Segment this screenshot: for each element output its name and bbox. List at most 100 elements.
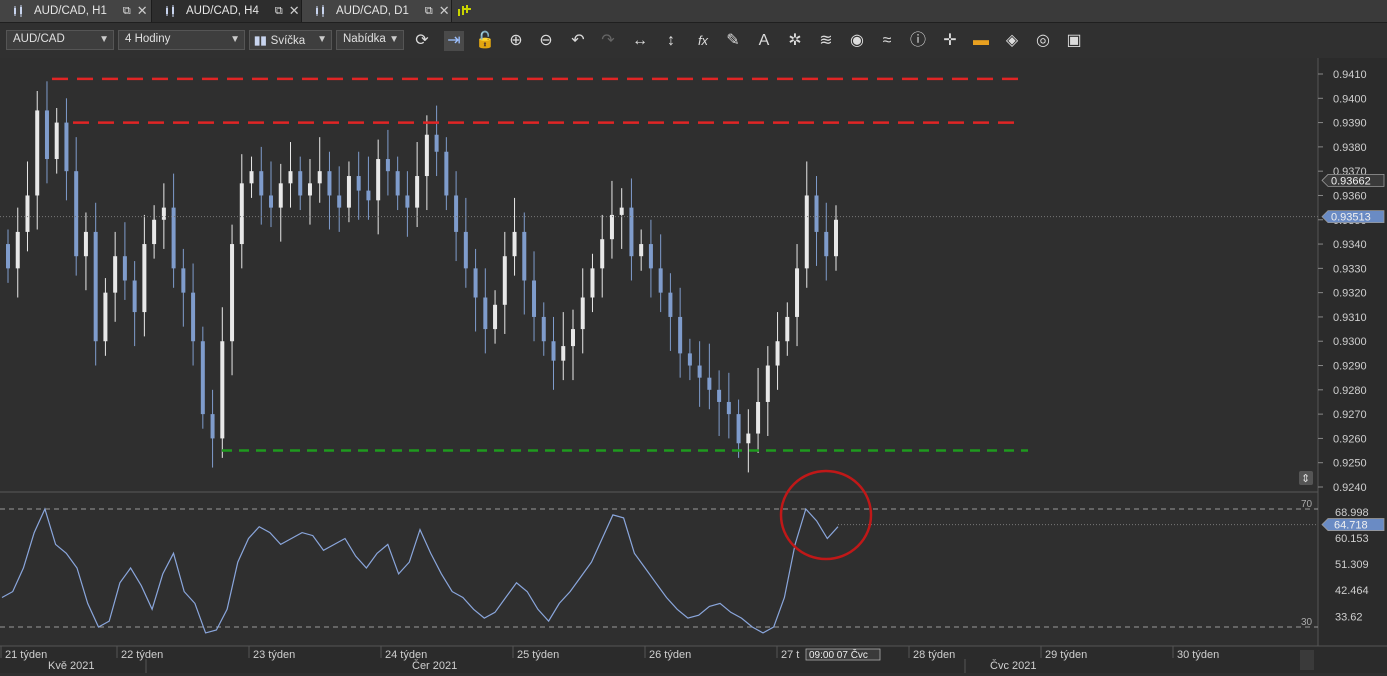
pencil-icon[interactable]: ✎ <box>723 31 743 51</box>
candle-body <box>512 231 517 257</box>
candle-body <box>424 134 429 177</box>
candle-body <box>259 171 264 196</box>
candle-body <box>697 365 702 378</box>
candle-body <box>269 195 274 208</box>
undo-icon[interactable]: ↶ <box>568 31 588 51</box>
candle-body <box>551 341 556 361</box>
redo-icon[interactable]: ↷ <box>598 31 618 51</box>
rsi-tick-label: 60.153 <box>1335 533 1369 545</box>
detach-icon[interactable]: ⧉ <box>275 5 283 18</box>
rsi-level-label-70: 70 <box>1301 499 1313 510</box>
eye-icon[interactable]: ◉ <box>847 31 867 51</box>
week-label: 25 týden <box>517 649 559 661</box>
chart-style-icon[interactable]: ≈ <box>877 31 897 51</box>
price-tick-label: 0.9310 <box>1333 312 1367 324</box>
candle-body <box>376 159 381 201</box>
save-icon[interactable]: ▣ <box>1064 31 1084 51</box>
detach-icon[interactable]: ⧉ <box>425 5 433 18</box>
horizontal-scale-icon[interactable]: ↔ <box>630 31 650 51</box>
price-side-select[interactable]: Nabídka ▼ <box>336 30 404 50</box>
layers-icon[interactable]: ≋ <box>816 31 836 51</box>
autoscroll-icon[interactable]: ⇥ <box>444 31 464 51</box>
candle-body <box>122 256 127 281</box>
crosshair-tool-icon[interactable]: ✲ <box>785 31 805 51</box>
close-icon[interactable]: ✕ <box>137 3 148 19</box>
month-label: Kvě 2021 <box>48 660 94 672</box>
price-tick-label: 0.9330 <box>1333 263 1367 275</box>
chart-type-value: Svíčka <box>270 35 306 47</box>
candle-body <box>746 433 751 444</box>
chart-canvas[interactable]: 0.94100.94000.93900.93800.93700.93600.93… <box>0 58 1387 673</box>
candle-body <box>385 159 390 172</box>
symbol-select[interactable]: AUD/CAD ▼ <box>6 30 114 50</box>
zoom-out-icon[interactable]: ⊖ <box>536 31 556 51</box>
month-label: Čvc 2021 <box>990 659 1036 672</box>
price-tick-label: 0.9390 <box>1333 118 1367 130</box>
price-tick-label: 0.9380 <box>1333 142 1367 154</box>
current-price-label: 0.93662 <box>1331 175 1371 187</box>
tab-aud-cad-h4[interactable]: AUD/CAD, H4 ⧉ ✕ <box>152 0 302 22</box>
candle-body <box>337 195 342 208</box>
tab-aud-cad-d1[interactable]: AUD/CAD, D1 ⧉ ✕ <box>302 0 452 22</box>
tab-label: AUD/CAD, D1 <box>336 5 409 17</box>
candle-body <box>44 110 49 160</box>
candle-body <box>327 171 332 196</box>
week-label: 27 t <box>781 649 799 661</box>
candle-body <box>83 231 88 257</box>
color-bar-icon[interactable]: ▬ <box>971 31 991 51</box>
candle-body <box>103 292 108 342</box>
candlestick-icon <box>14 5 22 17</box>
crosshair-icon[interactable]: ✛ <box>940 31 960 51</box>
candle-body <box>502 256 507 305</box>
candle-body <box>142 244 147 313</box>
month-label: Čer 2021 <box>412 659 457 672</box>
unlock-icon[interactable]: 🔓 <box>475 31 495 51</box>
chart-area[interactable]: 0.9410 0.9400 0.9390 0.9380 0.9370 0.9360 0.93… <box>0 58 1387 676</box>
candle-body <box>561 346 566 361</box>
price-tick-label: 0.9340 <box>1333 239 1367 251</box>
candle-body <box>152 219 157 245</box>
candle-body <box>532 280 537 317</box>
price-tick-label: 0.9270 <box>1333 409 1367 421</box>
rsi-current-label: 64.718 <box>1334 520 1368 532</box>
candle-body <box>230 244 235 342</box>
vertical-scale-icon[interactable]: ↕ <box>661 31 681 51</box>
text-icon[interactable]: A <box>754 31 774 51</box>
candle-body <box>717 389 722 402</box>
close-icon[interactable]: ✕ <box>439 3 450 19</box>
candle-body <box>687 353 692 366</box>
candle-body <box>161 207 166 220</box>
candle-body <box>834 219 838 257</box>
time-scroll-handle[interactable] <box>1300 650 1314 670</box>
chart-type-select[interactable]: ▮▮ Svíčka ▼ <box>249 30 332 50</box>
price-tick-label: 0.9360 <box>1333 190 1367 202</box>
week-label: 23 týden <box>253 649 295 661</box>
candle-body <box>609 214 614 240</box>
candle-body <box>15 231 20 269</box>
zoom-in-icon[interactable]: ⊕ <box>506 31 526 51</box>
tab-aud-cad-h1[interactable]: AUD/CAD, H1 ⧉ ✕ <box>0 0 152 22</box>
candle-body <box>54 122 59 160</box>
current-price-label: 0.93513 <box>1331 212 1371 224</box>
refresh-icon[interactable]: ⟳ <box>412 31 432 51</box>
candle-body <box>405 195 410 208</box>
candle-body <box>181 268 186 293</box>
fx-icon[interactable]: fx <box>693 31 713 51</box>
price-tick-label: 0.9240 <box>1333 482 1367 494</box>
candle-body <box>191 292 196 342</box>
close-icon[interactable]: ✕ <box>289 3 300 19</box>
week-label: 29 týden <box>1045 649 1087 661</box>
detach-icon[interactable]: ⧉ <box>123 5 131 18</box>
settings-ring-icon[interactable]: ◎ <box>1033 31 1053 51</box>
paint-bucket-icon[interactable]: ◈ <box>1002 31 1022 51</box>
price-tick-label: 0.9400 <box>1333 93 1367 105</box>
add-chart-icon[interactable] <box>456 3 474 19</box>
rsi-pane[interactable] <box>0 493 1318 646</box>
candle-body <box>648 244 653 269</box>
tab-label: AUD/CAD, H1 <box>34 5 107 17</box>
candle-body <box>756 401 761 434</box>
candle-body <box>795 268 800 317</box>
candle-body <box>288 171 293 184</box>
info-icon[interactable]: ⓘ <box>908 31 928 51</box>
timeframe-select[interactable]: 4 Hodiny ▼ <box>118 30 245 50</box>
